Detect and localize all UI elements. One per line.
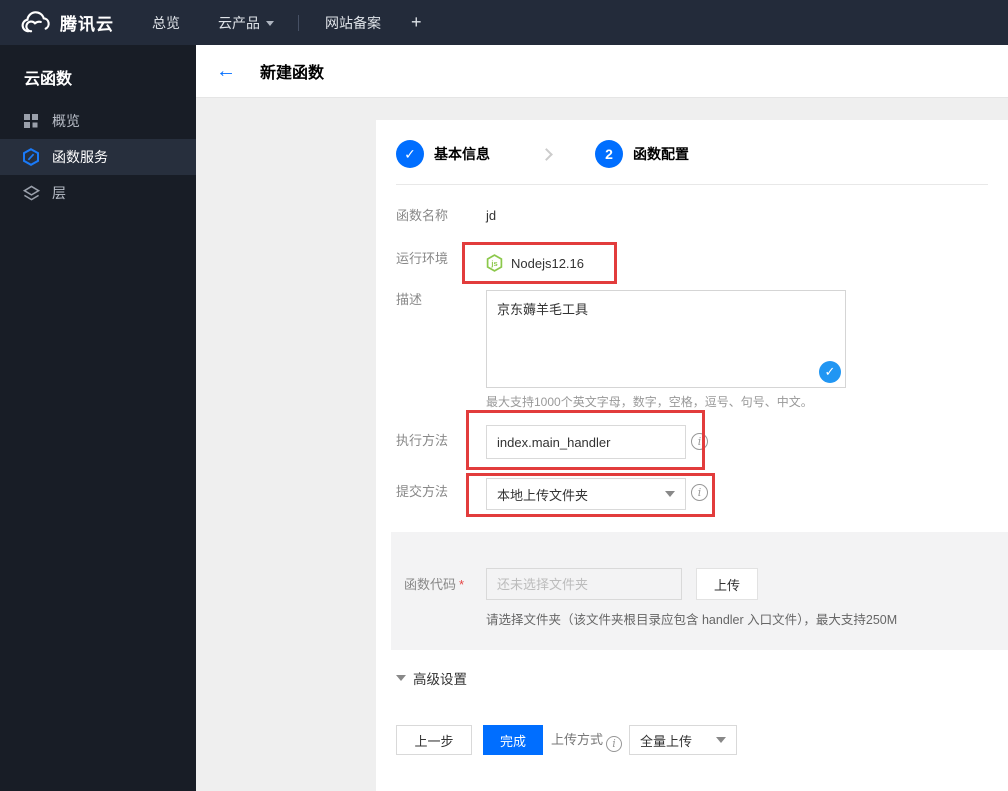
upload-button[interactable]: 上传 xyxy=(696,568,758,600)
chevron-right-icon xyxy=(540,147,553,161)
chevron-down-icon xyxy=(266,21,274,26)
layers-icon xyxy=(22,184,40,202)
previous-step-button[interactable]: 上一步 xyxy=(396,725,472,755)
add-tab-button[interactable]: + xyxy=(411,12,422,33)
nodejs-icon: js xyxy=(486,254,503,272)
new-function-card: ✓ 基本信息 2 函数配置 函数名称 jd 运行环境 js Nodejs12.1… xyxy=(376,120,1008,791)
tencent-cloud-logo[interactable]: 腾讯云 xyxy=(18,10,114,35)
cloud-logo-icon xyxy=(18,10,51,35)
runtime-label: 运行环境 xyxy=(396,251,449,266)
folder-path-input[interactable] xyxy=(486,568,682,600)
function-name-label: 函数名称 xyxy=(396,208,449,223)
check-icon: ✓ xyxy=(404,145,416,162)
sidebar-title: 云函数 xyxy=(24,71,73,88)
sidebar-item-layers[interactable]: 层 xyxy=(0,175,196,211)
function-hexagon-icon xyxy=(22,148,40,166)
step1-label: 基本信息 xyxy=(434,146,490,162)
runtime-value: Nodejs12.16 xyxy=(511,255,584,271)
content-area: ✓ 基本信息 2 函数配置 函数名称 jd 运行环境 js Nodejs12.1… xyxy=(196,98,1008,791)
valid-check-badge: ✓ xyxy=(819,361,841,383)
triangle-down-icon xyxy=(396,675,406,681)
step1-done-circle: ✓ xyxy=(396,140,424,168)
function-code-label: 函数代码 * xyxy=(404,577,465,592)
function-name-value: jd xyxy=(486,208,497,223)
upload-mode-value: 全量上传 xyxy=(640,733,693,749)
handler-info-icon[interactable]: i xyxy=(691,433,708,450)
nav-item-products[interactable]: 云产品 xyxy=(218,13,274,33)
sidebar-item-function-service[interactable]: 函数服务 xyxy=(0,139,196,175)
page-title: 新建函数 xyxy=(260,65,325,82)
nav-item-overview[interactable]: 总览 xyxy=(152,13,180,33)
submit-method-value: 本地上传文件夹 xyxy=(497,487,589,503)
navbar-divider xyxy=(298,14,299,31)
required-asterisk: * xyxy=(459,577,465,592)
top-navbar: 腾讯云 总览 云产品 网站备案 + xyxy=(0,0,1008,45)
advanced-settings-label: 高级设置 xyxy=(413,672,467,687)
submit-method-dropdown[interactable]: 本地上传文件夹 xyxy=(486,478,686,510)
sidebar-item-label: 函数服务 xyxy=(52,149,108,165)
submit-method-label: 提交方法 xyxy=(396,484,449,499)
upload-mode-label: 上传方式 i xyxy=(551,725,623,755)
submit-method-info-icon[interactable]: i xyxy=(691,484,708,501)
handler-label: 执行方法 xyxy=(396,433,449,448)
upload-mode-info-icon[interactable]: i xyxy=(606,736,623,752)
step2-label: 函数配置 xyxy=(633,146,689,162)
upload-mode-dropdown[interactable]: 全量上传 xyxy=(629,725,737,755)
step-indicator: ✓ 基本信息 2 函数配置 xyxy=(396,140,689,168)
caret-down-icon xyxy=(716,737,726,743)
step2-number-circle: 2 xyxy=(595,140,623,168)
svg-text:js: js xyxy=(490,259,497,268)
runtime-value-row: js Nodejs12.16 xyxy=(486,253,584,273)
description-label: 描述 xyxy=(396,292,423,307)
sidebar-item-label: 层 xyxy=(52,185,66,201)
caret-down-icon xyxy=(665,491,675,497)
back-arrow-icon[interactable]: ← xyxy=(216,61,236,81)
description-hint: 最大支持1000个英文字母，数字，空格，逗号、句号、中文。 xyxy=(486,395,813,409)
sidebar: 云函数 概览 函数服务 层 xyxy=(0,45,196,791)
function-code-hint: 请选择文件夹（该文件夹根目录应包含 handler 入口文件），最大支持250M xyxy=(486,613,898,627)
advanced-settings-toggle[interactable]: 高级设置 xyxy=(396,668,467,688)
description-textarea[interactable]: 京东薅羊毛工具 xyxy=(486,290,846,388)
nav-item-icp[interactable]: 网站备案 xyxy=(325,13,381,33)
page-header: ← 新建函数 xyxy=(196,45,1008,98)
handler-input[interactable] xyxy=(486,425,686,459)
brand-name: 腾讯云 xyxy=(60,15,114,34)
sidebar-item-overview[interactable]: 概览 xyxy=(0,103,196,139)
check-icon: ✓ xyxy=(824,364,836,379)
grid-icon xyxy=(22,112,40,130)
finish-button[interactable]: 完成 xyxy=(483,725,543,755)
sidebar-item-label: 概览 xyxy=(52,113,80,129)
divider xyxy=(396,184,988,185)
